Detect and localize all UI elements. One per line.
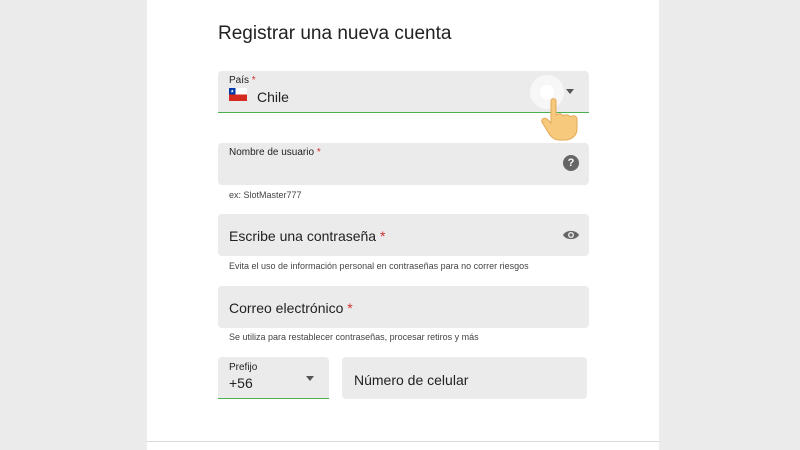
phone-placeholder: Número de celular [354,372,469,388]
pointing-hand-icon [541,98,578,141]
username-label: Nombre de usuario * [229,147,321,158]
country-value: Chile [257,89,289,105]
help-icon[interactable]: ? [563,155,579,171]
chevron-down-icon[interactable] [566,89,574,94]
email-label: Correo electrónico * [229,300,353,316]
email-hint: Se utiliza para restablecer contraseñas,… [229,332,479,342]
password-hint: Evita el uso de información personal en … [229,261,529,271]
page-title: Registrar una nueva cuenta [218,23,452,44]
eye-icon[interactable] [562,229,580,241]
username-hint: ex: SlotMaster777 [229,190,302,200]
chevron-down-icon[interactable] [306,376,314,381]
card-footer-divider [147,441,659,450]
password-label: Escribe una contraseña * [229,228,386,244]
prefix-label: Prefijo [229,362,258,373]
country-label: País * [229,75,256,86]
prefix-value: +56 [229,375,253,391]
chile-flag-icon [229,88,247,101]
